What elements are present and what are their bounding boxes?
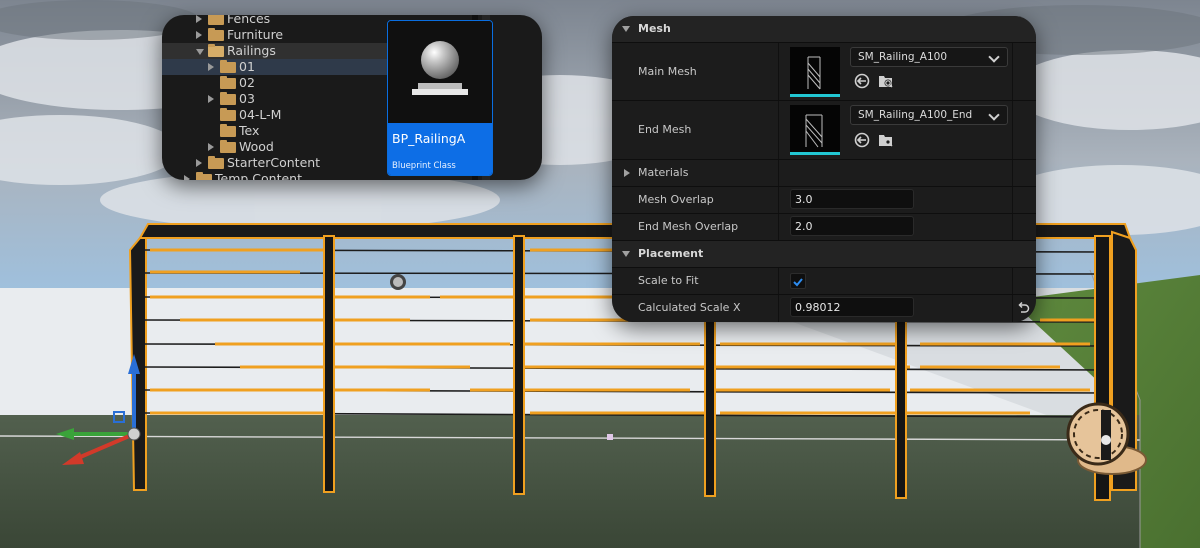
folder-icon xyxy=(196,172,212,180)
row-end-mesh-overlap: End Mesh Overlap 2.0 xyxy=(612,214,1036,241)
calculated-scale-x-label: Calculated Scale X xyxy=(638,301,741,314)
row-main-mesh: Main Mesh SM_Railing_A100 xyxy=(612,43,1036,101)
tree-item-label: StarterContent xyxy=(227,155,321,170)
folder-icon xyxy=(220,108,236,121)
end-mesh-label: End Mesh xyxy=(638,123,692,136)
section-mesh-label: Mesh xyxy=(638,22,671,35)
checkmark-icon xyxy=(793,278,803,287)
chevron-right-icon[interactable] xyxy=(184,175,190,180)
row-end-mesh: End Mesh SM_Railing_A100_End xyxy=(612,101,1036,160)
tree-item-label: 01 xyxy=(239,59,255,74)
folder-icon xyxy=(220,76,236,89)
spline-midpoint[interactable] xyxy=(607,434,613,440)
folder-icon xyxy=(208,28,224,41)
main-mesh-value: SM_Railing_A100 xyxy=(858,51,948,63)
sphere-icon xyxy=(421,41,459,79)
browse-to-asset-icon[interactable] xyxy=(878,132,894,148)
mesh-overlap-input[interactable]: 3.0 xyxy=(790,189,914,209)
asset-thumbnail xyxy=(388,21,492,123)
folder-icon xyxy=(220,124,236,137)
details-panel: Mesh Main Mesh SM_Railing_A100 End Mesh … xyxy=(612,16,1036,322)
folder-icon xyxy=(220,60,236,73)
end-mesh-overlap-label: End Mesh Overlap xyxy=(638,220,739,233)
section-placement[interactable]: Placement xyxy=(612,241,1036,268)
end-mesh-overlap-input[interactable]: 2.0 xyxy=(790,216,914,236)
tree-item-label: Wood xyxy=(239,139,274,154)
folder-icon xyxy=(208,156,224,169)
chevron-right-icon xyxy=(624,169,630,177)
content-browser-panel: Fences Furniture Railings 01 02 03 04-L-M Tex Wo… xyxy=(162,15,542,180)
folder-icon xyxy=(220,140,236,153)
end-mesh-value: SM_Railing_A100_End xyxy=(858,109,973,121)
chevron-down-icon[interactable] xyxy=(196,49,204,55)
asset-tile-bp-railinga[interactable]: BP_RailingA Blueprint Class xyxy=(387,20,493,176)
tree-item-label: 04-L-M xyxy=(239,107,282,122)
asset-info: BP_RailingA Blueprint Class xyxy=(388,123,492,175)
chevron-right-icon[interactable] xyxy=(208,95,214,103)
tree-item-label: Furniture xyxy=(227,27,284,42)
tree-item-label: Railings xyxy=(227,43,276,58)
chevron-right-icon[interactable] xyxy=(196,31,202,39)
tree-item-label: 03 xyxy=(239,91,255,106)
tree-item-label: Fences xyxy=(227,15,271,26)
main-mesh-combo[interactable]: SM_Railing_A100 xyxy=(850,47,1008,67)
row-scale-to-fit: Scale to Fit xyxy=(612,268,1036,295)
folder-icon xyxy=(208,44,224,57)
chevron-down-icon xyxy=(622,26,630,32)
chevron-down-icon xyxy=(988,51,1000,63)
chevron-down-icon xyxy=(622,251,630,257)
asset-name: BP_RailingA xyxy=(392,131,466,146)
section-placement-label: Placement xyxy=(638,247,704,260)
row-calculated-scale-x: Calculated Scale X 0.98012 xyxy=(612,295,1036,322)
main-mesh-label: Main Mesh xyxy=(638,65,697,78)
chevron-right-icon[interactable] xyxy=(208,63,214,71)
chevron-down-icon xyxy=(988,109,1000,121)
chevron-right-icon[interactable] xyxy=(196,15,202,23)
end-mesh-thumbnail[interactable] xyxy=(790,105,840,155)
scale-to-fit-checkbox[interactable] xyxy=(790,273,806,289)
mesh-overlap-label: Mesh Overlap xyxy=(638,193,714,206)
reset-to-default-icon[interactable] xyxy=(1016,301,1030,315)
pedestal-icon xyxy=(412,83,468,99)
use-selected-asset-icon[interactable] xyxy=(854,73,870,89)
section-mesh[interactable]: Mesh xyxy=(612,16,1036,43)
asset-type: Blueprint Class xyxy=(392,161,456,171)
ground-plane xyxy=(0,415,1140,548)
materials-label: Materials xyxy=(638,166,689,179)
use-selected-asset-icon[interactable] xyxy=(854,132,870,148)
tree-item-label: Temp Content xyxy=(215,171,302,180)
row-materials[interactable]: Materials xyxy=(612,160,1036,187)
folder-icon xyxy=(208,15,224,25)
tree-item-label: Tex xyxy=(239,123,260,138)
end-mesh-combo[interactable]: SM_Railing_A100_End xyxy=(850,105,1008,125)
tree-item-label: 02 xyxy=(239,75,255,90)
browse-to-asset-icon[interactable] xyxy=(878,73,894,89)
scale-to-fit-label: Scale to Fit xyxy=(638,274,699,287)
folder-icon xyxy=(220,92,236,105)
chevron-right-icon[interactable] xyxy=(196,159,202,167)
row-mesh-overlap: Mesh Overlap 3.0 xyxy=(612,187,1036,214)
chevron-right-icon[interactable] xyxy=(208,143,214,151)
calculated-scale-x-input[interactable]: 0.98012 xyxy=(790,297,914,317)
main-mesh-thumbnail[interactable] xyxy=(790,47,840,97)
